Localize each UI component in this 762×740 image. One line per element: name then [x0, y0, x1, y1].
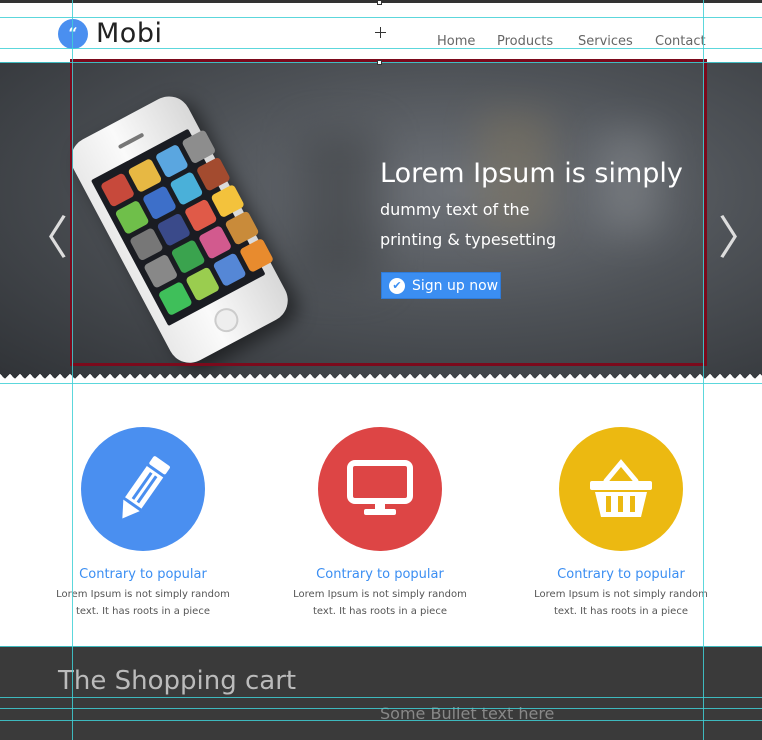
selection-outline: [70, 59, 707, 366]
resize-handle[interactable]: [377, 60, 382, 65]
feature-text-line2: text. It has roots in a piece: [76, 606, 210, 617]
guide-line: [0, 720, 762, 721]
slider-prev-arrow[interactable]: 〈: [22, 202, 68, 268]
guide-line: [0, 17, 762, 18]
logo[interactable]: “ Mobi: [58, 18, 162, 49]
feature-item: Contrary to popular Lorem Ipsum is not s…: [280, 427, 480, 620]
feature-title: Contrary to popular: [79, 567, 207, 582]
feature-text-line1: Lorem Ipsum is not simply random: [293, 589, 467, 600]
nav-products[interactable]: Products: [497, 34, 553, 49]
guide-line: [703, 0, 704, 740]
monitor-icon[interactable]: [318, 427, 442, 551]
guide-line: [0, 48, 762, 49]
move-cursor-icon: [375, 27, 386, 38]
shopping-cart-section: The Shopping cart Some Bullet text here: [0, 646, 762, 740]
feature-text-line2: text. It has roots in a piece: [554, 606, 688, 617]
quote-icon: “: [58, 18, 88, 49]
basket-icon[interactable]: [559, 427, 683, 551]
section-title: The Shopping cart: [58, 666, 297, 696]
feature-item: Contrary to popular Lorem Ipsum is not s…: [43, 427, 243, 620]
nav-home[interactable]: Home: [437, 34, 475, 49]
pencil-icon[interactable]: [81, 427, 205, 551]
feature-text-line2: text. It has roots in a piece: [313, 606, 447, 617]
feature-item: Contrary to popular Lorem Ipsum is not s…: [521, 427, 721, 620]
guide-line: [0, 697, 762, 698]
feature-text-line1: Lorem Ipsum is not simply random: [56, 589, 230, 600]
resize-handle[interactable]: [377, 0, 382, 5]
slider-next-arrow[interactable]: 〉: [718, 202, 762, 268]
guide-line: [0, 383, 762, 384]
logo-text: Mobi: [96, 18, 163, 49]
guide-line: [72, 0, 73, 740]
guide-line: [0, 708, 762, 709]
nav-services[interactable]: Services: [578, 34, 633, 49]
guide-line: [0, 646, 762, 647]
feature-text-line1: Lorem Ipsum is not simply random: [534, 589, 708, 600]
nav-contact[interactable]: Contact: [655, 34, 706, 49]
feature-title: Contrary to popular: [557, 567, 685, 582]
feature-title: Contrary to popular: [316, 567, 444, 582]
